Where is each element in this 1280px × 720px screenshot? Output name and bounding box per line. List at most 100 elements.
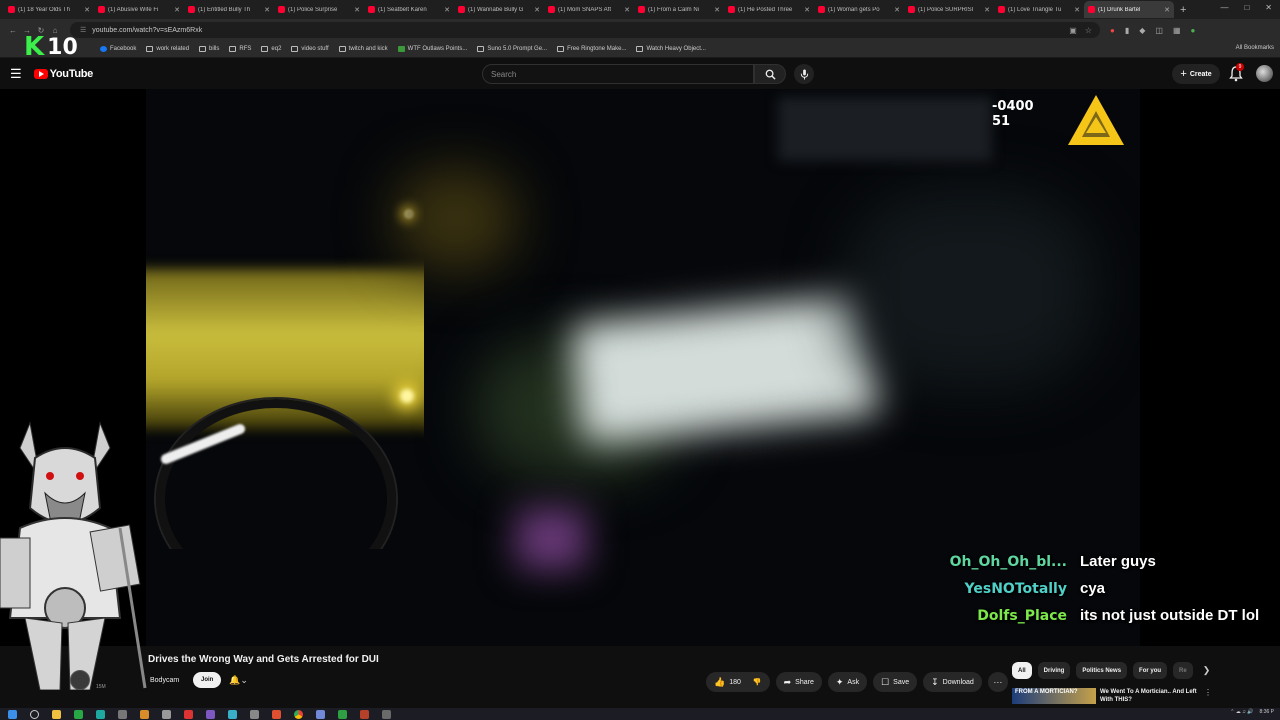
app-icon[interactable] xyxy=(140,709,149,719)
app-icon[interactable] xyxy=(338,709,347,719)
install-icon[interactable]: ▣ xyxy=(1069,26,1077,35)
app-icon[interactable] xyxy=(162,709,171,719)
close-tab-icon[interactable]: ✕ xyxy=(804,6,810,14)
browser-tab[interactable]: (1) Entitled Bully Th ✕ xyxy=(184,1,274,18)
bookmark-item[interactable]: RFS xyxy=(229,46,251,52)
all-bookmarks-button[interactable]: All Bookmarks xyxy=(1236,45,1274,51)
close-tab-icon[interactable]: ✕ xyxy=(984,6,990,14)
app-icon[interactable] xyxy=(184,709,193,719)
windows-start-icon[interactable] xyxy=(8,709,17,719)
minimize-icon[interactable]: — xyxy=(1220,3,1228,12)
browser-tab[interactable]: (1) Drunk Bartel ✕ xyxy=(1084,1,1174,18)
browser-tab[interactable]: (1) Police Surprise ✕ xyxy=(274,1,364,18)
filter-chip[interactable]: For you xyxy=(1133,662,1168,679)
bookmark-item[interactable]: video stuff xyxy=(291,46,329,52)
close-tab-icon[interactable]: ✕ xyxy=(444,6,450,14)
search-input[interactable]: Search xyxy=(482,64,754,84)
save-button[interactable]: ☐ Save xyxy=(873,672,918,692)
app-icon[interactable] xyxy=(382,709,391,719)
site-info-icon[interactable]: ☰ xyxy=(80,26,86,34)
maximize-icon[interactable]: □ xyxy=(1244,3,1249,12)
extensions-puzzle-icon[interactable]: ◫ xyxy=(1155,26,1163,35)
subscription-bell-icon[interactable]: 🔔⌄ xyxy=(229,675,248,686)
close-tab-icon[interactable]: ✕ xyxy=(894,6,900,14)
sidepanel-icon[interactable]: ▦ xyxy=(1173,26,1181,35)
filter-chip[interactable]: Politics News xyxy=(1076,662,1128,679)
filter-chip[interactable]: Re xyxy=(1173,662,1193,679)
close-tab-icon[interactable]: ✕ xyxy=(624,6,630,14)
app-icon[interactable] xyxy=(250,709,259,719)
profile-icon[interactable]: ● xyxy=(1191,26,1196,35)
bookmark-item[interactable]: Free Ringtone Make... xyxy=(557,46,626,52)
browser-tab[interactable]: (1) Abusive Wife Fi ✕ xyxy=(94,1,184,18)
join-button[interactable]: Join xyxy=(193,672,222,688)
browser-tab[interactable]: (1) Police SURPRISI ✕ xyxy=(904,1,994,18)
search-icon[interactable] xyxy=(30,709,39,719)
new-tab-icon[interactable]: + xyxy=(1180,4,1186,16)
tray-icons[interactable]: ⌃ ☁ ♫ 🔊 xyxy=(1230,709,1253,715)
app-icon[interactable] xyxy=(272,709,281,719)
more-options-icon[interactable]: ⋮ xyxy=(1204,688,1212,704)
browser-tab[interactable]: (1) Mom SNAPS Aft ✕ xyxy=(544,1,634,18)
bookmark-item[interactable]: Suno 5.0 Prompt Ge... xyxy=(477,46,547,52)
filter-chip[interactable]: Driving xyxy=(1037,662,1071,679)
app-icon[interactable] xyxy=(96,709,105,719)
browser-tab[interactable]: (1) Wannabe Bully G ✕ xyxy=(454,1,544,18)
clock[interactable]: 8:36 P xyxy=(1260,709,1274,715)
close-tab-icon[interactable]: ✕ xyxy=(534,6,540,14)
browser-tab[interactable]: (1) Woman gets Po ✕ xyxy=(814,1,904,18)
extension-icon[interactable]: ● xyxy=(1110,26,1115,35)
bookmark-item[interactable]: bills xyxy=(199,46,219,52)
extension-icon[interactable]: ▮ xyxy=(1125,26,1129,35)
browser-tab[interactable]: (1) Love Triangle Tu ✕ xyxy=(994,1,1084,18)
youtube-logo[interactable]: YouTube xyxy=(33,68,93,80)
browser-tab[interactable]: (1) Seatbelt Karen ✕ xyxy=(364,1,454,18)
bookmark-item[interactable]: work related xyxy=(146,46,189,52)
app-icon[interactable] xyxy=(228,709,237,719)
app-icon[interactable] xyxy=(206,709,215,719)
bookmark-item[interactable]: WTF Outlaws Points... xyxy=(397,46,467,52)
search-button[interactable] xyxy=(754,64,786,84)
close-tab-icon[interactable]: ✕ xyxy=(84,6,90,14)
download-button[interactable]: ↧ Download xyxy=(923,672,982,692)
close-tab-icon[interactable]: ✕ xyxy=(354,6,360,14)
recommended-thumbnail[interactable]: FROM A MORTICIAN? xyxy=(1012,688,1096,704)
extension-icon[interactable]: ◆ xyxy=(1139,26,1145,35)
bookmark-star-icon[interactable]: ☆ xyxy=(1085,26,1092,35)
menu-icon[interactable]: ☰ xyxy=(10,66,22,82)
thumbs-down-icon[interactable]: 👎 xyxy=(753,678,762,686)
bookmark-item[interactable]: Facebook xyxy=(100,46,136,52)
recommended-video[interactable]: FROM A MORTICIAN? We Went To A Mortician… xyxy=(1012,688,1212,704)
bookmark-item[interactable]: Watch Heavy Object... xyxy=(636,46,706,52)
chevron-right-icon[interactable]: ❯ xyxy=(1203,665,1211,676)
browser-tab[interactable]: (1) He Posted Three ✕ xyxy=(724,1,814,18)
close-tab-icon[interactable]: ✕ xyxy=(264,6,270,14)
back-icon[interactable]: ← xyxy=(6,26,20,35)
close-window-icon[interactable]: ✕ xyxy=(1265,3,1272,12)
chrome-icon[interactable] xyxy=(294,709,303,719)
close-tab-icon[interactable]: ✕ xyxy=(714,6,720,14)
browser-tab[interactable]: (1) From a Calm Ni ✕ xyxy=(634,1,724,18)
share-button[interactable]: ➦ Share xyxy=(775,672,822,692)
ask-button[interactable]: ✦ Ask xyxy=(827,672,868,692)
file-explorer-icon[interactable] xyxy=(52,709,61,719)
like-button[interactable]: 👍 180 👎 xyxy=(706,672,770,692)
voice-search-button[interactable] xyxy=(794,64,814,84)
account-avatar[interactable] xyxy=(1256,65,1273,82)
close-tab-icon[interactable]: ✕ xyxy=(1164,6,1170,14)
close-tab-icon[interactable]: ✕ xyxy=(1074,6,1080,14)
bookmark-item[interactable]: eq2 xyxy=(261,46,281,52)
browser-tab[interactable]: (1) 18 Year Olds Th ✕ xyxy=(4,1,94,18)
app-icon[interactable] xyxy=(360,709,369,719)
bookmark-item[interactable]: twitch and kick xyxy=(338,46,388,52)
channel-avatar[interactable] xyxy=(70,670,90,690)
more-actions-icon[interactable]: ⋯ xyxy=(987,672,1008,692)
address-bar[interactable]: ☰ youtube.com/watch?v=sEAzm6Rxk ▣ ☆ xyxy=(70,22,1100,38)
recommended-title[interactable]: We Went To A Mortician.. And Left With T… xyxy=(1100,688,1200,704)
app-icon[interactable] xyxy=(74,709,83,719)
create-button[interactable]: + Create xyxy=(1172,64,1220,84)
app-icon[interactable] xyxy=(316,709,325,719)
close-tab-icon[interactable]: ✕ xyxy=(174,6,180,14)
filter-chip[interactable]: All xyxy=(1012,662,1032,679)
channel-name[interactable]: Bodycam xyxy=(150,677,179,684)
